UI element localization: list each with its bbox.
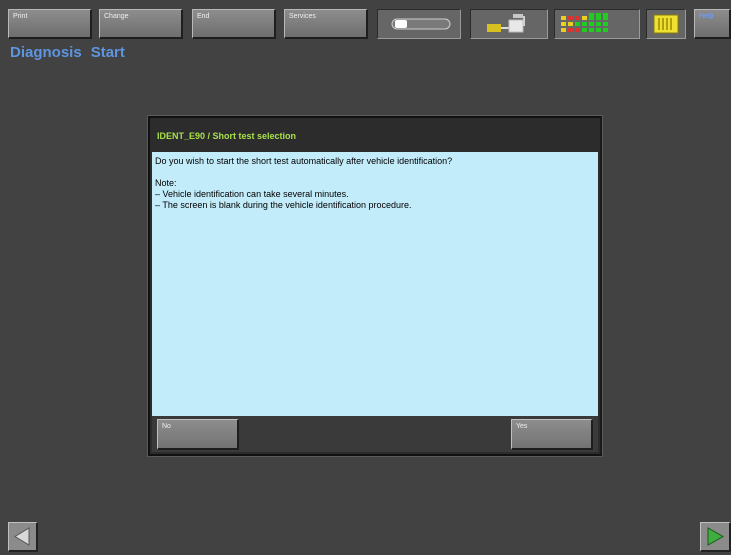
arrow-right-icon [707,527,725,546]
toggle-indicator-icon [377,9,461,39]
top-toolbar: Print Change End Services Help [0,0,731,44]
no-button[interactable]: No [157,419,239,450]
arrow-left-icon [14,527,30,546]
end-button[interactable]: End [192,9,276,39]
note-heading: Note: [155,178,177,188]
print-button[interactable]: Print [8,9,92,39]
change-button[interactable]: Change [99,9,183,39]
note-line-2: – The screen is blank during the vehicle… [155,200,412,210]
breadcrumb-diagnosis[interactable]: Diagnosis [10,44,82,61]
back-button[interactable] [8,522,38,552]
help-button[interactable]: Help [694,9,731,39]
signal-status-icon [554,9,640,39]
services-button[interactable]: Services [284,9,368,39]
forward-button[interactable] [700,522,731,552]
dialog-question: Do you wish to start the short test auto… [155,156,453,166]
breadcrumb: Diagnosis Start [10,44,134,61]
vehicle-connection-icon [470,9,548,39]
breadcrumb-start[interactable]: Start [91,44,125,61]
dialog-body: Do you wish to start the short test auto… [152,152,598,416]
dialog-title: IDENT_E90 / Short test selection [157,131,297,141]
short-test-dialog: IDENT_E90 / Short test selection Do you … [148,116,602,456]
yes-button[interactable]: Yes [511,419,593,450]
dialog-footer: No Yes [152,416,598,452]
battery-icon [646,9,686,39]
note-line-1: – Vehicle identification can take severa… [155,189,349,199]
